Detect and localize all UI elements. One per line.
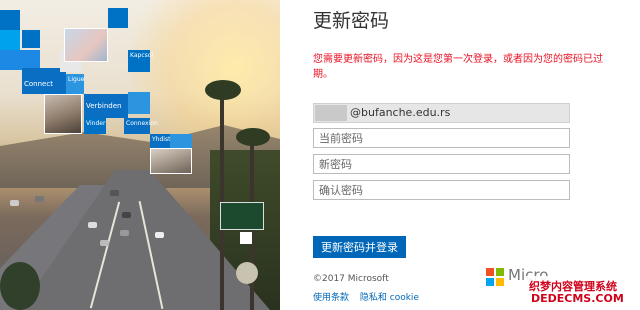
redacted-username <box>315 105 347 121</box>
car <box>122 212 131 218</box>
mosaic-tile <box>128 92 150 114</box>
car <box>110 190 119 196</box>
tile-label: Vinder <box>86 120 106 127</box>
person-photo <box>44 94 82 134</box>
car <box>88 222 97 228</box>
update-password-form: 更新密码 您需要更新密码，因为这是您第一次登录，或者因为您的密码已过期。 @bu… <box>313 0 640 310</box>
mosaic-tile-small: Kapcsol <box>128 50 154 72</box>
mosaic-tile: Connexion <box>124 118 158 134</box>
car <box>100 240 109 246</box>
tile-label: Verbinden <box>86 102 122 110</box>
car <box>35 196 44 202</box>
route-sign <box>240 232 252 244</box>
road-sign <box>236 262 258 284</box>
copyright: ©2017 Microsoft <box>313 274 389 284</box>
mosaic-tile-verbinden: Verbinden <box>84 94 128 118</box>
mosaic-tile: Yhdistä <box>150 134 174 148</box>
footer-links: 使用条款 隐私和 cookie <box>313 290 427 303</box>
watermark-line2: DEDECMS.COM <box>531 292 624 305</box>
watermark: 织梦内容管理系统 DEDECMS.COM <box>525 276 640 310</box>
page-title: 更新密码 <box>313 10 390 32</box>
tile-label: Connect <box>24 80 53 88</box>
mosaic-tile <box>0 50 40 70</box>
mosaic-tile: Vinder <box>84 118 106 134</box>
tile-label: Ligue <box>68 76 85 83</box>
person-photo <box>64 28 108 62</box>
tile-label: Connexion <box>126 120 158 127</box>
mosaic-tile <box>0 30 20 50</box>
car <box>120 230 129 236</box>
new-password-input[interactable] <box>313 154 570 174</box>
car <box>155 232 164 238</box>
palm-fronds <box>0 262 40 310</box>
mosaic-tile: Ligue <box>66 74 84 94</box>
palm-fronds <box>236 128 270 146</box>
hero-image: Kapcsol Connect Ligue Verbinden Vinder C… <box>0 0 280 310</box>
mosaic-tile <box>108 8 128 28</box>
freeway-sign <box>220 202 264 230</box>
car <box>10 200 19 206</box>
person-photo <box>150 148 192 174</box>
tile-label: Kapcsol <box>130 52 154 59</box>
update-password-signin-button[interactable]: 更新密码并登录 <box>313 236 406 258</box>
confirm-password-input[interactable] <box>313 180 570 200</box>
account-field: @bufanche.edu.rs <box>313 103 570 123</box>
mosaic-tile <box>0 10 20 30</box>
warning-message: 您需要更新密码，因为这是您第一次登录，或者因为您的密码已过期。 <box>313 54 603 80</box>
terms-of-use-link[interactable]: 使用条款 <box>313 293 349 303</box>
privacy-cookies-link[interactable]: 隐私和 cookie <box>360 293 419 303</box>
microsoft-logo-icon <box>486 268 504 286</box>
account-domain: @bufanche.edu.rs <box>350 106 451 119</box>
current-password-input[interactable] <box>313 128 570 148</box>
mosaic-tile <box>22 30 40 48</box>
palm-fronds <box>205 80 241 100</box>
